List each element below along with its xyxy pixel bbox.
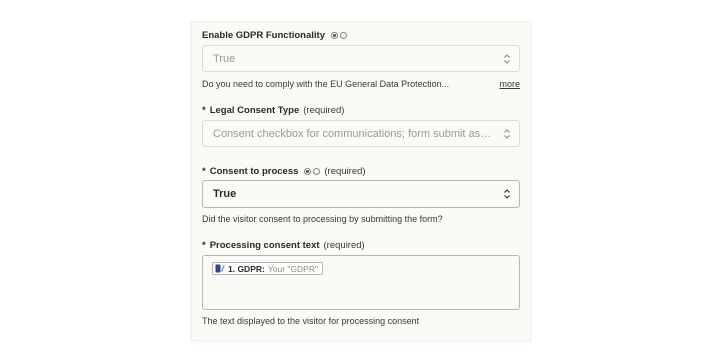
- required-tag: (required): [324, 166, 366, 177]
- legal-consent-label-text: Legal Consent Type: [209, 105, 300, 116]
- radio-toggle-icon[interactable]: [331, 32, 338, 39]
- processing-text-help: The text displayed to the visitor for pr…: [202, 316, 420, 326]
- form-card: Enable GDPR Functionality True Do you ne…: [192, 22, 530, 340]
- mapped-field-pill[interactable]: 1. GDPR: Your "GDPR": [212, 262, 323, 275]
- gdpr-select-value: True: [213, 52, 236, 65]
- required-marker: *: [202, 240, 206, 251]
- gdpr-label-text: Enable GDPR Functionality: [202, 30, 325, 41]
- chevron-updown-icon: [504, 189, 510, 199]
- gdpr-select[interactable]: True: [202, 45, 520, 72]
- radio-toggle-icon[interactable]: [313, 168, 321, 175]
- processing-text-label-text: Processing consent text: [209, 240, 320, 251]
- app-icon: [215, 264, 225, 273]
- gdpr-field-label: Enable GDPR Functionality: [202, 30, 347, 41]
- radio-toggle-icon[interactable]: [340, 32, 347, 39]
- chevron-updown-icon: [504, 128, 510, 139]
- radio-toggle-icon[interactable]: [304, 168, 312, 175]
- required-tag: (required): [323, 240, 365, 251]
- consent-process-help-text: Did the visitor consent to processing by…: [202, 214, 443, 224]
- consent-process-value: True: [213, 188, 237, 200]
- consent-process-label: * Consent to process (required): [202, 166, 366, 177]
- required-marker: *: [202, 105, 206, 116]
- consent-process-label-text: Consent to process: [209, 166, 299, 177]
- processing-text-input[interactable]: 1. GDPR: Your "GDPR": [202, 255, 520, 310]
- required-marker: *: [202, 166, 206, 177]
- legal-consent-label: * Legal Consent Type (required): [202, 105, 344, 116]
- legal-consent-placeholder: Consent checkbox for communications; for…: [213, 127, 493, 140]
- pill-field-name: Your "GDPR": [267, 263, 318, 274]
- processing-text-label: * Processing consent text (required): [202, 240, 365, 251]
- gdpr-help-text: Do you need to comply with the EU Genera…: [202, 79, 450, 89]
- consent-process-mode-toggle[interactable]: [304, 168, 321, 175]
- gdpr-mode-toggle[interactable]: [331, 32, 347, 39]
- gdpr-more-link[interactable]: more: [499, 79, 520, 89]
- consent-process-select[interactable]: True: [202, 180, 520, 208]
- pill-step-label: 1. GDPR:: [228, 263, 265, 274]
- required-tag: (required): [303, 105, 345, 116]
- legal-consent-select[interactable]: Consent checkbox for communications; for…: [202, 120, 520, 147]
- chevron-updown-icon: [504, 53, 510, 64]
